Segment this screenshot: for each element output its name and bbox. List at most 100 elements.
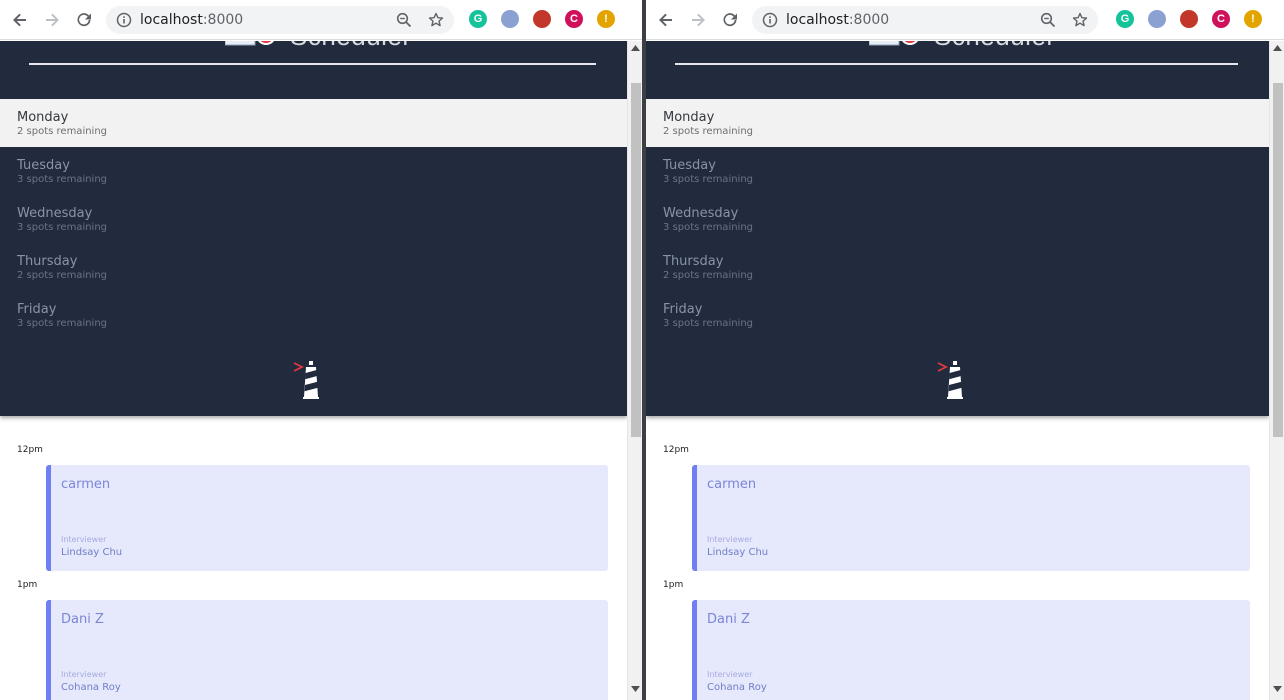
day-name: Monday (17, 110, 69, 125)
time-label: 12pm (17, 445, 43, 455)
browser-window: localhost:8000 GC! Scheduler Monday2 spo… (646, 0, 1284, 700)
day-spots: 3 spots remaining (663, 222, 754, 233)
scrollbar[interactable] (627, 41, 642, 700)
zoom-icon[interactable] (392, 8, 416, 32)
day-item-monday[interactable]: Monday 2 spots remaining (646, 99, 1269, 147)
day-item-thursday[interactable]: Thursday 2 spots remaining (646, 243, 1269, 291)
interviewer-label: Interviewer (61, 535, 107, 544)
day-spots: 2 spots remaining (663, 126, 754, 137)
calendar-logo-icon (868, 41, 921, 47)
appointment-card[interactable]: carmen Interviewer Lindsay Chu (46, 465, 608, 571)
sidebar: Scheduler Monday2 spots remainingTuesday… (646, 41, 1269, 416)
time-label: 12pm (663, 445, 689, 455)
info-icon[interactable] (112, 8, 136, 32)
zoom-icon[interactable] (1036, 8, 1060, 32)
lighthouse-logo-icon (936, 359, 966, 399)
forward-arrow-icon[interactable] (686, 8, 710, 32)
appointment-card[interactable]: carmen Interviewer Lindsay Chu (692, 465, 1250, 571)
day-spots: 2 spots remaining (17, 270, 108, 281)
brand-divider (675, 63, 1238, 65)
day-item-monday[interactable]: Monday 2 spots remaining (0, 99, 627, 147)
browser-toolbar: localhost:8000 G C! (646, 0, 1284, 40)
day-item-tuesday[interactable]: Tuesday 3 spots remaining (646, 147, 1269, 195)
scroll-up-icon[interactable] (628, 41, 642, 55)
interviewer-label: Interviewer (61, 670, 107, 679)
day-name: Monday (663, 110, 715, 125)
app-title: Scheduler (290, 41, 412, 52)
extension-circle-icon[interactable] (1148, 10, 1166, 28)
page-viewport: Scheduler Monday2 spots remainingTuesday… (0, 41, 627, 700)
student-name: carmen (61, 477, 111, 492)
day-list: Monday 2 spots remaining Tuesday 3 spots re… (646, 99, 1269, 339)
extension-puzzle-icon[interactable] (1180, 10, 1198, 28)
scroll-thumb[interactable] (1273, 83, 1283, 437)
time-label: 1pm (663, 580, 684, 590)
address-bar[interactable]: localhost:8000 (106, 6, 454, 34)
star-icon[interactable] (1068, 8, 1092, 32)
browser-window: localhost:8000 GC! Scheduler Monday2 spo… (0, 0, 642, 700)
interviewer-name: Lindsay Chu (707, 547, 769, 558)
day-name: Thursday (663, 254, 724, 269)
student-name: Dani Z (61, 612, 104, 627)
day-name: Thursday (17, 254, 78, 269)
day-name: Friday (663, 302, 703, 317)
calendar-logo-icon (224, 41, 277, 47)
url-text: localhost:8000 (786, 12, 890, 28)
day-name: Tuesday (17, 158, 70, 173)
interviewer-name: Cohana Roy (61, 682, 121, 693)
time-label: 1pm (17, 580, 38, 590)
day-spots: 3 spots remaining (17, 174, 108, 185)
scroll-thumb[interactable] (631, 83, 641, 437)
scroll-down-icon[interactable] (628, 682, 642, 696)
profile-avatar[interactable]: C (565, 10, 583, 28)
day-spots: 3 spots remaining (17, 222, 108, 233)
day-item-wednesday[interactable]: Wednesday 3 spots remaining (646, 195, 1269, 243)
address-bar[interactable]: localhost:8000 (752, 6, 1098, 34)
day-name: Friday (17, 302, 57, 317)
reload-icon[interactable] (72, 8, 96, 32)
day-item-wednesday[interactable]: Wednesday 3 spots remaining (0, 195, 627, 243)
scroll-up-icon[interactable] (1270, 41, 1284, 55)
update-alert-icon[interactable]: ! (597, 10, 615, 28)
day-spots: 3 spots remaining (663, 174, 754, 185)
interviewer-label: Interviewer (707, 535, 753, 544)
app-title: Scheduler (934, 41, 1056, 52)
profile-avatar[interactable]: C (1212, 10, 1230, 28)
day-name: Wednesday (17, 206, 93, 221)
brand-header: Scheduler (646, 41, 1269, 65)
star-icon[interactable] (424, 8, 448, 32)
page-viewport: Scheduler Monday2 spots remainingTuesday… (646, 41, 1269, 700)
scroll-down-icon[interactable] (1270, 682, 1284, 696)
url-text: localhost:8000 (140, 12, 244, 28)
appointment-card[interactable]: Dani Z Interviewer Cohana Roy (692, 600, 1250, 700)
day-name: Tuesday (663, 158, 716, 173)
update-alert-icon[interactable]: ! (1244, 10, 1262, 28)
day-item-tuesday[interactable]: Tuesday 3 spots remaining (0, 147, 627, 195)
forward-arrow-icon[interactable] (40, 8, 64, 32)
browser-toolbar: localhost:8000 G C! (0, 0, 642, 40)
extension-puzzle-icon[interactable] (533, 10, 551, 28)
interviewer-label: Interviewer (707, 670, 753, 679)
grammarly-icon[interactable]: G (1116, 10, 1134, 28)
back-arrow-icon[interactable] (654, 8, 678, 32)
info-icon[interactable] (758, 8, 782, 32)
interviewer-name: Lindsay Chu (61, 547, 123, 558)
extension-circle-icon[interactable] (501, 10, 519, 28)
interviewer-name: Cohana Roy (707, 682, 767, 693)
scrollbar[interactable] (1269, 41, 1284, 700)
sidebar: Scheduler Monday2 spots remainingTuesday… (0, 41, 627, 416)
day-item-friday[interactable]: Friday 3 spots remaining (0, 291, 627, 339)
student-name: carmen (707, 477, 757, 492)
day-spots: 3 spots remaining (17, 318, 108, 329)
day-name: Wednesday (663, 206, 739, 221)
day-spots: 2 spots remaining (663, 270, 754, 281)
day-item-thursday[interactable]: Thursday 2 spots remaining (0, 243, 627, 291)
day-spots: 2 spots remaining (17, 126, 108, 137)
lighthouse-logo-icon (292, 359, 322, 399)
student-name: Dani Z (707, 612, 750, 627)
grammarly-icon[interactable]: G (469, 10, 487, 28)
back-arrow-icon[interactable] (8, 8, 32, 32)
day-item-friday[interactable]: Friday 3 spots remaining (646, 291, 1269, 339)
appointment-card[interactable]: Dani Z Interviewer Cohana Roy (46, 600, 608, 700)
reload-icon[interactable] (718, 8, 742, 32)
